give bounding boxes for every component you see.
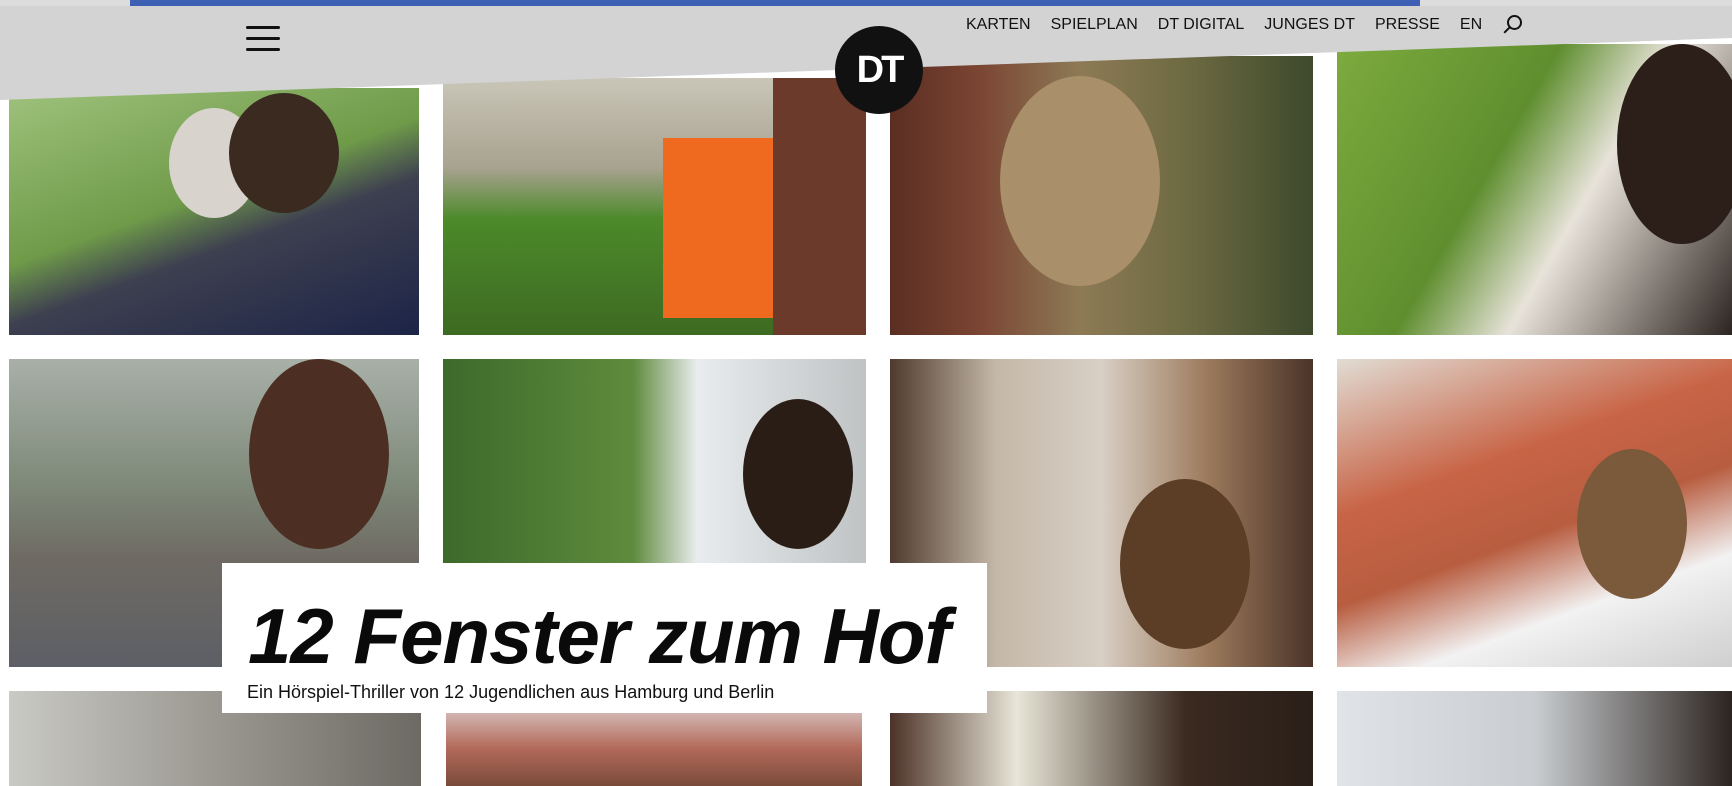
nav-karten[interactable]: KARTEN: [966, 16, 1031, 34]
photo-tile-3[interactable]: [890, 56, 1313, 335]
dt-logo[interactable]: DT: [835, 26, 923, 114]
page-subtitle: Ein Hörspiel-Thriller von 12 Jugendliche…: [247, 682, 775, 702]
photo-tile-8[interactable]: [1337, 359, 1732, 667]
hamburger-icon[interactable]: [246, 26, 280, 54]
nav-dt-digital[interactable]: DT DIGITAL: [1158, 16, 1245, 34]
accent-bar: [130, 0, 1420, 6]
nav-presse[interactable]: PRESSE: [1375, 16, 1440, 34]
page-title: 12 Fenster zum Hof: [248, 592, 950, 680]
photo-tile-4[interactable]: [1337, 44, 1732, 335]
photo-tile-2[interactable]: [443, 78, 866, 335]
nav-spielplan[interactable]: SPIELPLAN: [1051, 16, 1138, 34]
nav-junges-dt[interactable]: JUNGES DT: [1264, 16, 1355, 34]
photo-tile-1[interactable]: [9, 88, 419, 335]
nav-language-en[interactable]: EN: [1460, 16, 1482, 34]
search-icon[interactable]: [1502, 15, 1523, 35]
hero-title-box: 12 Fenster zum Hof Ein Hörspiel-Thriller…: [222, 563, 987, 713]
photo-tile-12[interactable]: [1337, 691, 1732, 786]
main-nav: KARTEN SPIELPLAN DT DIGITAL JUNGES DT PR…: [966, 15, 1523, 35]
